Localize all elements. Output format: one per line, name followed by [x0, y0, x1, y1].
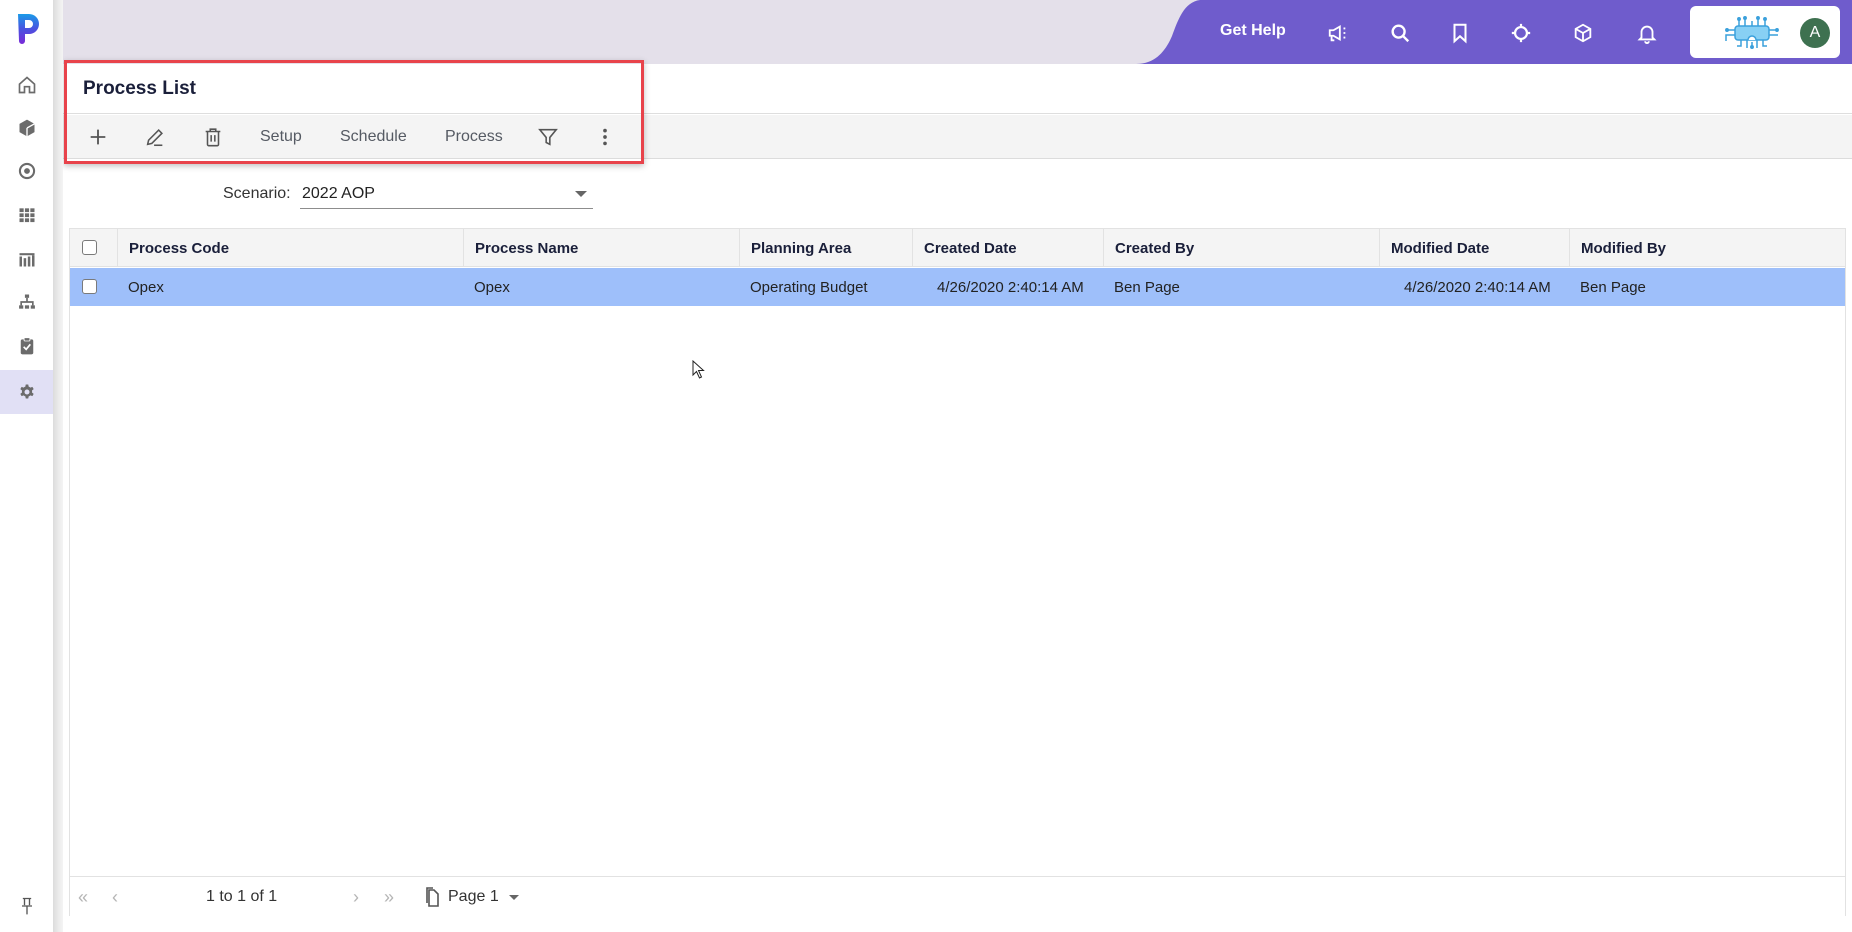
sidebar [0, 0, 53, 932]
user-avatar[interactable]: A [1800, 18, 1830, 48]
cell-modified-by: Ben Page [1580, 278, 1646, 296]
column-header-process-name[interactable]: Process Name [463, 229, 740, 267]
crosshair-button[interactable] [1508, 20, 1534, 46]
row-checkbox[interactable] [82, 279, 97, 294]
setup-button[interactable]: Setup [260, 128, 302, 146]
home-icon [18, 76, 35, 94]
grid-icon [19, 208, 34, 223]
get-help-link[interactable]: Get Help [1220, 22, 1286, 40]
hierarchy-icon [18, 294, 35, 309]
plus-icon [90, 129, 106, 145]
column-header-modified-date[interactable]: Modified Date [1379, 229, 1569, 267]
pager-summary: 1 to 1 of 1 [206, 888, 278, 905]
first-page-button[interactable]: « [78, 887, 88, 908]
filter-button[interactable] [536, 125, 560, 149]
kebab-icon [603, 128, 607, 146]
gear-icon [19, 384, 34, 399]
sidebar-item-tasks[interactable] [0, 324, 53, 368]
column-header-planning-area[interactable]: Planning Area [739, 229, 912, 267]
column-header-created-by[interactable]: Created By [1103, 229, 1379, 267]
select-all-checkbox[interactable] [82, 240, 97, 255]
column-header-modified-by[interactable]: Modified By [1569, 229, 1845, 267]
caret-down-icon [508, 894, 519, 900]
sidebar-item-hierarchy[interactable] [0, 280, 53, 324]
table-row[interactable]: Opex Opex Operating Budget 4/26/2020 2:4… [70, 268, 1845, 306]
pencil-icon [146, 129, 163, 147]
cell-process-code: Opex [128, 278, 164, 296]
megaphone-icon [1328, 25, 1346, 42]
mouse-cursor-icon [692, 360, 705, 379]
page-label: Page 1 [448, 888, 499, 905]
target-icon [18, 162, 35, 180]
page-title: Process List [83, 78, 196, 99]
delete-button[interactable] [201, 125, 225, 149]
bell-icon [1637, 25, 1657, 44]
process-button[interactable]: Process [445, 128, 503, 146]
cell-created-date: 4/26/2020 2:40:14 AM [937, 278, 1084, 296]
chart-icon [19, 253, 34, 267]
trash-icon [205, 128, 221, 147]
sidebar-item-home[interactable] [0, 63, 53, 107]
previous-page-button[interactable]: ‹ [112, 887, 118, 908]
scenario-dropdown[interactable]: 2022 AOP [300, 182, 593, 209]
scenario-label: Scenario: [223, 185, 291, 202]
sidebar-item-settings[interactable] [0, 370, 53, 414]
process-grid: Process Code Process Name Planning Area … [69, 228, 1846, 916]
more-options-button[interactable] [593, 125, 617, 149]
page-select[interactable]: Page 1 [424, 884, 519, 910]
cell-process-name: Opex [474, 278, 510, 296]
sidebar-item-target[interactable] [0, 149, 53, 193]
pin-sidebar-button[interactable] [0, 884, 53, 928]
page-header: Process List [63, 64, 1852, 114]
cell-created-by: Ben Page [1114, 278, 1180, 296]
search-button[interactable] [1387, 20, 1413, 46]
cube-icon [19, 119, 35, 137]
sidebar-divider [53, 0, 63, 932]
pager: « ‹ 1 to 1 of 1 › » Page 1 [70, 876, 1845, 916]
caret-down-icon [575, 191, 587, 197]
sidebar-item-grid[interactable] [0, 193, 53, 237]
column-header-created-date[interactable]: Created Date [912, 229, 1102, 267]
last-page-button[interactable]: » [384, 887, 394, 908]
cell-modified-date: 4/26/2020 2:40:14 AM [1404, 278, 1551, 296]
cube-icon [1574, 23, 1592, 43]
grid-header: Process Code Process Name Planning Area … [70, 229, 1845, 267]
next-page-button[interactable]: › [353, 887, 359, 908]
scenario-value: 2022 AOP [302, 185, 375, 202]
search-icon [1391, 24, 1410, 43]
pin-icon [21, 897, 32, 915]
notifications-button[interactable] [1634, 20, 1660, 46]
pages-icon [426, 887, 439, 907]
toolbar: Setup Schedule Process [63, 115, 1852, 159]
cell-planning-area: Operating Budget [750, 278, 868, 296]
crosshair-icon [1511, 23, 1531, 43]
sidebar-item-models[interactable] [0, 106, 53, 150]
announcements-button[interactable] [1325, 20, 1351, 46]
vr-headset-icon[interactable] [1723, 16, 1781, 50]
bookmark-icon [1453, 23, 1467, 44]
clipboard-check-icon [20, 337, 33, 355]
schedule-button[interactable]: Schedule [340, 128, 407, 146]
packages-button[interactable] [1570, 20, 1596, 46]
add-button[interactable] [86, 125, 110, 149]
edit-button[interactable] [143, 125, 167, 149]
filter-icon [538, 128, 558, 146]
sidebar-item-reports[interactable] [0, 237, 53, 281]
user-panel: A [1690, 6, 1840, 58]
column-header-process-code[interactable]: Process Code [117, 229, 410, 267]
app-logo[interactable] [12, 10, 44, 46]
bookmarks-button[interactable] [1447, 20, 1473, 46]
